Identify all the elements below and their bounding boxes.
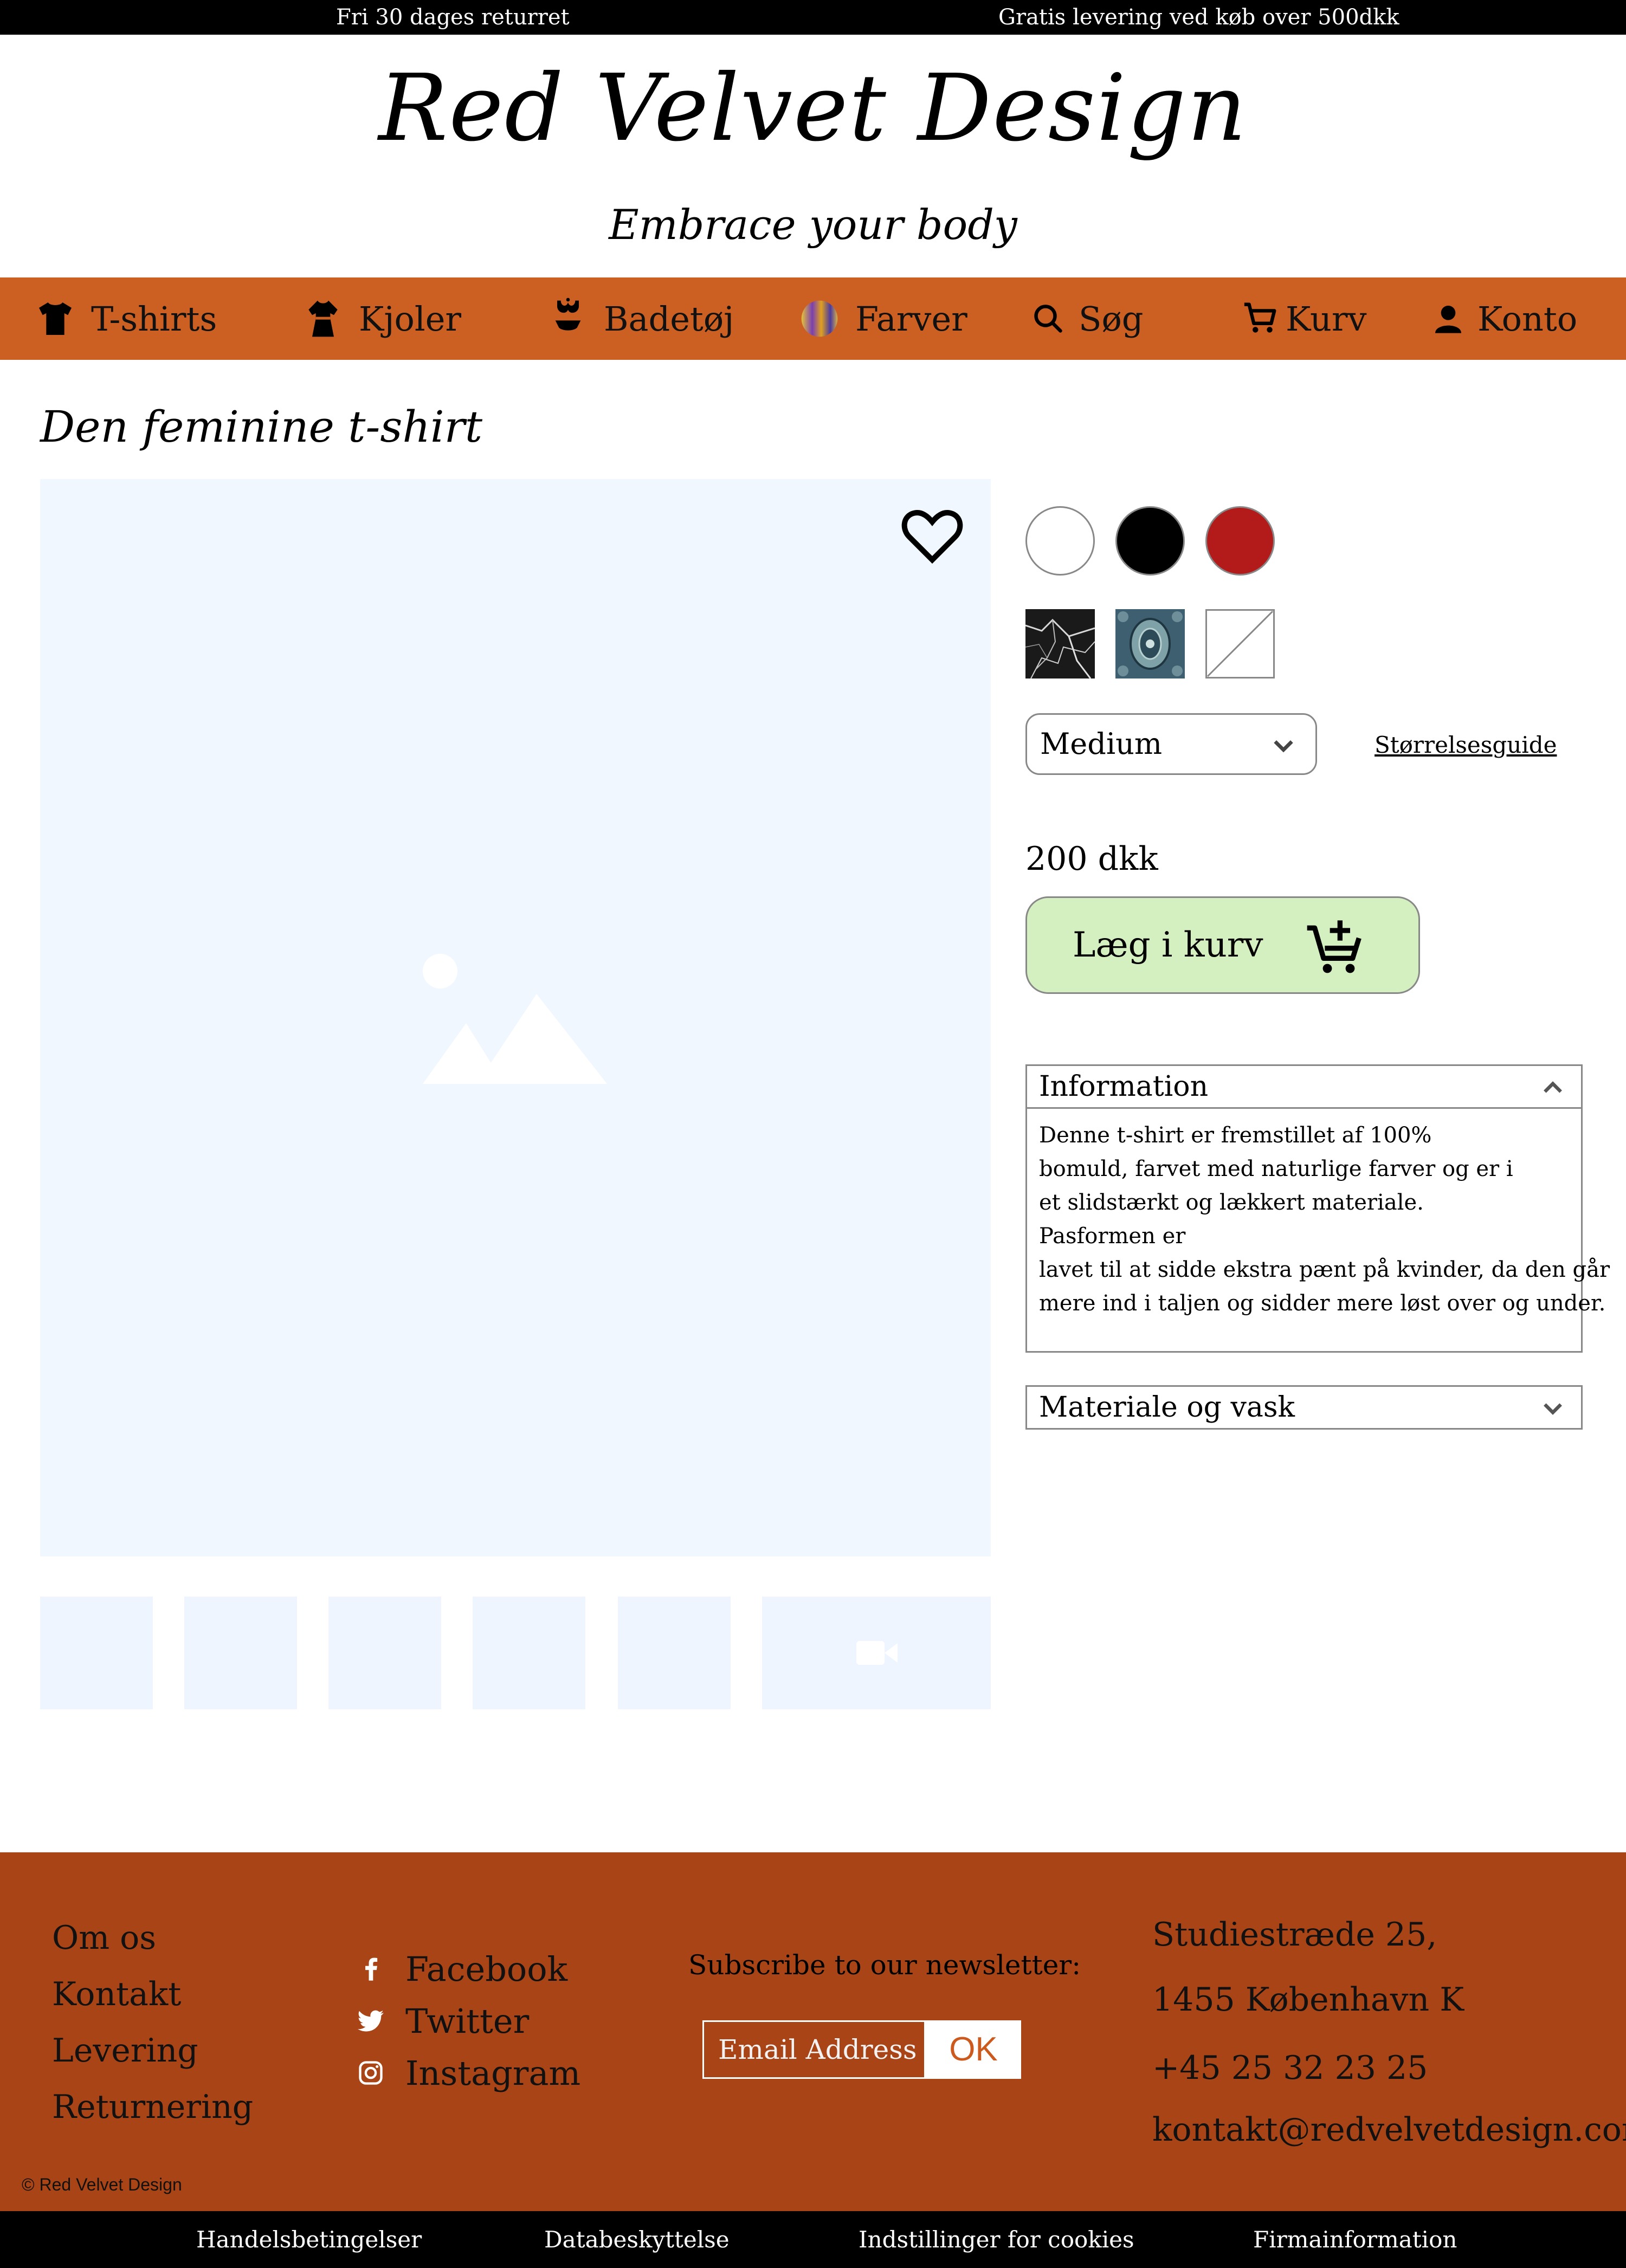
information-accordion-header[interactable]: Information (1025, 1064, 1583, 1109)
heart-icon[interactable] (900, 503, 965, 568)
footer-link-om-os[interactable]: Om os (52, 1911, 156, 1965)
newsletter-submit-button[interactable]: OK (926, 2020, 1021, 2079)
returns-notice: Fri 30 dages returret (336, 5, 570, 30)
contact-email[interactable]: kontakt@redvelvetdesign.com (1152, 2103, 1626, 2157)
information-title: Information (1039, 1070, 1209, 1103)
cart-icon (1244, 302, 1276, 333)
nav-label: Søg (1079, 299, 1144, 339)
nav-label: T-shirts (91, 299, 217, 339)
site-tagline: Embrace your body (609, 201, 1017, 249)
instagram-icon (359, 2061, 383, 2085)
info-text-line: lavet til at sidde ekstra pænt på kvinde… (1039, 1257, 1610, 1282)
info-text-line: bomuld, farvet med naturlige farver og e… (1039, 1156, 1513, 1181)
nav-item-kurv[interactable]: Kurv (1241, 277, 1367, 360)
info-text-line: et slidstærkt og lækkert materiale. (1039, 1190, 1424, 1215)
site-logo[interactable]: Red Velvet Design (0, 54, 1626, 163)
color-swatch-red[interactable] (1205, 506, 1275, 576)
thumbnail-image[interactable] (184, 1597, 297, 1709)
contact-phone[interactable]: +45 25 32 23 25 (1152, 2041, 1428, 2095)
top-announcement-bar: Fri 30 dages returret Gratis levering ve… (0, 0, 1626, 35)
nav-item-tshirts[interactable]: T-shirts (34, 277, 217, 360)
size-guide-link[interactable]: Størrelsesguide (1375, 726, 1557, 764)
add-to-cart-icon (1307, 920, 1362, 973)
thumbnail-image[interactable] (328, 1597, 441, 1709)
tshirt-icon (39, 302, 72, 335)
twitter-icon (358, 2010, 384, 2032)
legal-link-company-info[interactable]: Firmainformation (1253, 2211, 1457, 2268)
thumbnail-image[interactable] (40, 1597, 153, 1709)
nav-label: Farver (855, 299, 967, 339)
account-icon (1435, 306, 1461, 333)
thumbnail-image[interactable] (618, 1597, 731, 1709)
footer-link-kontakt[interactable]: Kontakt (52, 1967, 181, 2021)
product-price: 200 dkk (1025, 840, 1158, 878)
footer-link-returnering[interactable]: Returnering (52, 2080, 253, 2134)
delivery-notice: Gratis levering ved køb over 500dkk (998, 5, 1399, 30)
color-swatch-black[interactable] (1115, 506, 1185, 576)
legal-link-terms[interactable]: Handelsbetingelser (196, 2211, 422, 2268)
material-title: Materiale og vask (1039, 1391, 1295, 1424)
contact-city: 1455 København K (1152, 1981, 1464, 2019)
chevron-down-icon (1544, 1403, 1562, 1415)
add-to-cart-button[interactable]: Læg i kurv (1025, 896, 1420, 994)
info-text-line: Denne t-shirt er fremstillet af 100% (1039, 1123, 1432, 1148)
add-to-cart-label: Læg i kurv (1073, 925, 1263, 965)
bottom-legal-bar: Handelsbetingelser Databeskyttelse Indst… (0, 2211, 1626, 2268)
chevron-down-icon (1274, 740, 1293, 753)
social-link-facebook[interactable]: Facebook (357, 1944, 567, 1993)
legal-link-cookies[interactable]: Indstillinger for cookies (859, 2211, 1134, 2268)
dress-icon (308, 300, 338, 337)
nav-label: Badetøj (604, 299, 734, 339)
social-link-twitter[interactable]: Twitter (357, 1996, 529, 2045)
facebook-icon (365, 1957, 378, 1981)
nav-item-badetoj[interactable]: Badetøj (546, 277, 734, 360)
nav-item-farver[interactable]: Farver (798, 277, 967, 360)
nav-item-sog[interactable]: Søg (1032, 277, 1144, 360)
image-placeholder-icon (423, 954, 607, 1084)
thumbnail-video[interactable] (762, 1597, 991, 1709)
info-text-line: Pasformen er (1039, 1224, 1186, 1249)
material-accordion-header[interactable]: Materiale og vask (1025, 1385, 1583, 1430)
social-label: Instagram (405, 2053, 581, 2093)
nav-label: Konto (1477, 299, 1578, 339)
size-select[interactable]: Medium (1025, 713, 1317, 775)
footer-link-levering[interactable]: Levering (52, 2024, 198, 2078)
swimwear-icon (555, 298, 581, 331)
information-accordion-body: Denne t-shirt er fremstillet af 100% bom… (1025, 1109, 1610, 1353)
legal-link-privacy[interactable]: Databeskyttelse (544, 2211, 730, 2268)
social-label: Twitter (405, 2001, 530, 2041)
nav-item-kjoler[interactable]: Kjoler (301, 277, 461, 360)
color-swatch-white[interactable] (1025, 506, 1095, 576)
product-title: Den feminine t-shirt (40, 402, 482, 452)
search-icon (1034, 305, 1062, 333)
newsletter-email-input[interactable] (702, 2020, 926, 2079)
thumbnail-image[interactable] (473, 1597, 585, 1709)
pattern-swatch-paisley[interactable] (1115, 609, 1185, 679)
size-select-value: Medium (1040, 727, 1163, 761)
social-label: Facebook (405, 1949, 568, 1989)
nav-label: Kjoler (359, 299, 462, 339)
pattern-swatch-marble[interactable] (1025, 609, 1095, 679)
colors-icon (801, 300, 838, 337)
social-link-instagram[interactable]: Instagram (357, 2049, 580, 2097)
pattern-swatch-none[interactable] (1205, 609, 1275, 679)
newsletter-label: Subscribe to our newsletter: (688, 1949, 1081, 1981)
main-navigation: T-shirts Kjoler Badetøj Farver Søg Kurv … (0, 277, 1626, 360)
chevron-up-icon (1544, 1081, 1562, 1093)
nav-item-konto[interactable]: Konto (1431, 277, 1577, 360)
info-text-line: mere ind i taljen og sidder mere løst ov… (1039, 1291, 1606, 1316)
video-camera-icon (856, 1641, 898, 1665)
contact-street: Studiestræde 25, (1152, 1916, 1437, 1954)
copyright-text: © Red Velvet Design (22, 2175, 182, 2194)
nav-label: Kurv (1286, 299, 1367, 339)
